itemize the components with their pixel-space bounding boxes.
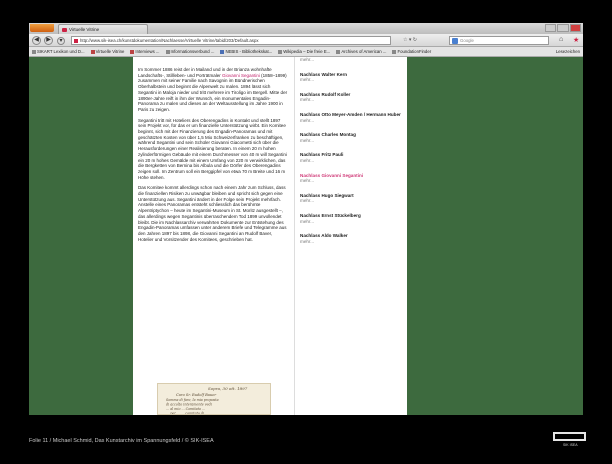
vitrine-icon (90, 49, 95, 54)
more-link[interactable]: mehr... (300, 178, 404, 184)
bookmark-star-icon[interactable]: ☆ (403, 37, 407, 43)
dropdown-arrow-icon[interactable]: ▾ (409, 37, 412, 43)
slide-footer: Folie 11 / Michael Schmid, Das Kunstarch… (29, 438, 214, 444)
svg-text:... per ... ... comitato di ..: ... per ... ... comitato di ... (166, 412, 208, 416)
svg-text:Somma di fare, la mia proposta: Somma di fare, la mia proposta (166, 398, 219, 402)
back-arrow-icon[interactable]: ◀ (32, 36, 41, 45)
paragraph: Im Sommer 1886 reist der in Mailand und … (138, 67, 288, 112)
firefox-menu-button[interactable] (30, 24, 54, 32)
reload-icon[interactable]: ↻ (413, 37, 417, 43)
forward-arrow-icon[interactable]: ▶ (44, 36, 53, 45)
column-divider (294, 57, 295, 415)
paragraph: Segantini tritt mit Hoteliers des Oberen… (138, 117, 287, 180)
nachlass-entry: Nachlass Ernst Stückelberg mehr... (300, 213, 404, 224)
svg-text:Sopra, 30 ott. 1897: Sopra, 30 ott. 1897 (208, 386, 248, 391)
bookmark-item[interactable]: Interviews ... (130, 49, 160, 54)
browser-screenshot: Virtuelle Vitrine ◀ ▶ ▾ http://www.sik-i… (29, 23, 583, 415)
sik-isea-logo: SIK ISEA (553, 432, 586, 450)
search-placeholder: Google (460, 38, 474, 43)
entry-title[interactable]: Nachlass Otto Meyer-Amden / Hermann Hube… (300, 112, 404, 118)
maximize-button[interactable] (557, 24, 569, 32)
paragraph: Das Komitee kommt allerdings schon nach … (138, 185, 287, 242)
page-icon (220, 49, 225, 54)
search-engine-icon (452, 38, 458, 44)
navigation-bar: ◀ ▶ ▾ http://www.sik-isea.ch/kunstdokume… (29, 34, 583, 47)
more-link[interactable]: mehr... (300, 118, 404, 124)
site-favicon-icon (74, 39, 78, 43)
url-text: http://www.sik-isea.ch/kunstdokumentatio… (80, 38, 259, 43)
segantini-link[interactable]: Giovanni Segantini (222, 73, 260, 78)
history-dropdown-icon[interactable]: ▾ (57, 36, 65, 45)
page-icon (130, 49, 135, 54)
nachlass-entry: Nachlass Fritz Pauli mehr... (300, 152, 404, 163)
handwritten-letter-image[interactable]: Sopra, 30 ott. 1897 Caro Sr. Rudolf Baue… (157, 383, 271, 415)
nachlass-entry: Nachlass Aldo Walker mehr... (300, 233, 404, 244)
page-icon (32, 49, 36, 54)
logo-text: SIK ISEA (563, 443, 578, 447)
bookmarks-toolbar: SIKART Lexikon und D... Virtuelle Vitrin… (29, 47, 583, 57)
nachlass-entry: Nachlass Hugo Siegwart mehr... (300, 193, 404, 204)
more-link[interactable]: mehr... (300, 57, 404, 63)
window-controls (545, 24, 581, 32)
search-input[interactable]: Google (449, 36, 549, 45)
nachlass-entry-active: Nachlass Giovanni Segantini mehr... (300, 173, 404, 184)
close-button[interactable] (569, 24, 581, 32)
more-link[interactable]: mehr... (300, 97, 404, 103)
bookmark-item[interactable]: Virtuelle Vitrine (90, 49, 124, 54)
bookmark-item[interactable]: Informationsverbund ... (165, 49, 214, 54)
page-icon (336, 49, 341, 54)
more-link[interactable]: mehr... (300, 77, 404, 83)
bookmarks-menu[interactable]: Lesezeichen (556, 49, 580, 54)
nachlass-entry: Nachlass Otto Meyer-Amden / Hermann Hube… (300, 112, 404, 123)
bookmark-item[interactable]: Wikipedia – Die freie E... (278, 49, 330, 54)
more-link[interactable]: mehr... (300, 239, 404, 245)
more-link[interactable]: mehr... (300, 219, 404, 225)
svg-text:di accolto interamente vedi: di accolto interamente vedi (166, 403, 212, 407)
title-bar: Virtuelle Vitrine (29, 23, 583, 34)
logo-frame (553, 432, 586, 441)
bookmark-item[interactable]: Archives of American ... (336, 49, 386, 54)
nachlass-entry: Nachlass Walter Kern mehr... (300, 72, 404, 83)
nachlass-entry: Nachlass Rudolf Koller mehr... (300, 92, 404, 103)
tab-virtuelle-vitrine[interactable]: Virtuelle Vitrine (58, 24, 148, 34)
svg-text:Caro Sr. Rudolf Bauer: Caro Sr. Rudolf Bauer (176, 393, 216, 397)
page-icon (165, 49, 170, 54)
tab-title: Virtuelle Vitrine (69, 27, 100, 32)
bookmark-item[interactable]: SIKART Lexikon und D... (32, 49, 85, 54)
minimize-button[interactable] (545, 24, 557, 32)
web-page: Im Sommer 1886 reist der in Mailand und … (133, 57, 407, 415)
article-text: Im Sommer 1886 reist der in Mailand und … (138, 67, 288, 247)
page-icon (392, 49, 397, 54)
nachlass-entry: Nachlass Charles Montag mehr... (300, 132, 404, 143)
wiki-icon (278, 49, 283, 54)
bookmark-item[interactable]: NEBIS - Bibliothekskat... (220, 49, 272, 54)
addon-icon[interactable]: ★ (573, 36, 579, 44)
more-link[interactable]: mehr... (300, 158, 404, 164)
home-icon[interactable]: ⌂ (559, 36, 563, 43)
bookmark-item[interactable]: FoundationFinder (392, 49, 431, 54)
address-bar[interactable]: http://www.sik-isea.ch/kunstdokumentatio… (71, 36, 391, 45)
svg-text:... al mio ... Comitato ...: ... al mio ... Comitato ... (166, 407, 205, 411)
address-bar-controls: ☆ ▾ ↻ (403, 37, 417, 43)
more-link[interactable]: mehr... (300, 138, 404, 144)
more-link[interactable]: mehr... (300, 198, 404, 204)
tab-favicon-icon (62, 27, 67, 32)
nachlass-list: mehr... Nachlass Walter Kern mehr... Nac… (300, 57, 404, 253)
